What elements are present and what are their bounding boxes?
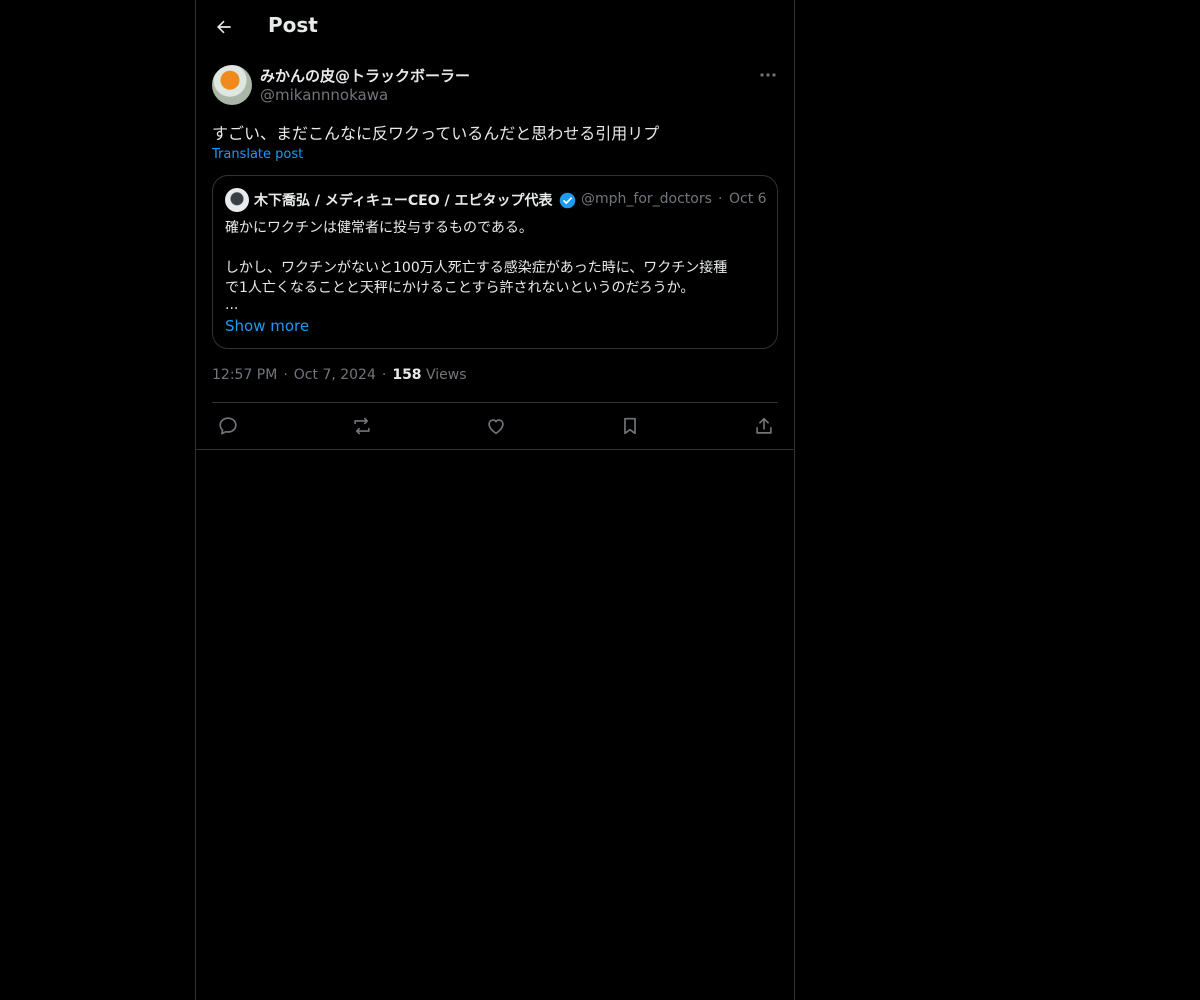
repost-button[interactable] — [350, 414, 374, 438]
more-options-button[interactable] — [758, 66, 778, 84]
share-icon — [756, 417, 772, 434]
views-count: 158 — [392, 367, 422, 383]
heart-icon — [488, 419, 504, 435]
reply-icon — [219, 417, 237, 435]
quoted-date: Oct 6 — [729, 191, 767, 207]
page-title: Post — [268, 13, 318, 37]
quoted-handle: @mph_for_doctors — [581, 191, 712, 207]
quoted-text-line: で1人亡くなることと天秤にかけることすら許されないというのだろうか。 — [225, 280, 695, 296]
quoted-separator: · — [718, 191, 723, 207]
back-button[interactable] — [210, 13, 238, 41]
divider — [196, 449, 794, 450]
quoted-text-line: しかし、ワクチンがないと100万人死亡する感染症があった時に、ワクチン接種 — [225, 260, 728, 276]
post-column: Post みかんの皮@トラックボーラー @mikannnokawa すごい、まだ… — [195, 0, 795, 1000]
divider — [212, 402, 778, 403]
share-button[interactable] — [752, 414, 776, 438]
translate-post-link[interactable]: Translate post — [212, 147, 303, 162]
repost-icon — [354, 417, 370, 435]
avatar[interactable] — [212, 65, 252, 105]
arrow-left-icon — [217, 20, 231, 34]
quoted-text-ellipsis: ... — [225, 297, 239, 313]
views-label: Views — [426, 367, 467, 383]
quoted-post[interactable]: 木下喬弘 / メディキューCEO / エピタップ代表 @mph_for_doct… — [212, 175, 778, 349]
quoted-text-line: 確かにワクチンは健常者に投与するものである。 — [225, 220, 533, 236]
author-name[interactable]: みかんの皮@トラックボーラー — [260, 65, 470, 86]
bookmark-icon — [624, 417, 636, 435]
meta-separator: · — [381, 367, 387, 383]
verified-badge-icon — [559, 192, 576, 209]
post-metadata: 12:57 PM · Oct 7, 2024 · 158 Views — [212, 367, 467, 383]
show-more-link[interactable]: Show more — [225, 317, 309, 335]
post-date[interactable]: Oct 7, 2024 — [294, 367, 376, 383]
post-text: すごい、まだこんなに反ワクっているんだと思わせる引用リプ — [212, 124, 660, 143]
reply-button[interactable] — [216, 414, 240, 438]
bookmark-button[interactable] — [618, 414, 642, 438]
quoted-avatar — [225, 188, 249, 212]
quoted-author-name: 木下喬弘 / メディキューCEO / エピタップ代表 — [254, 193, 553, 209]
more-horizontal-icon — [760, 73, 776, 77]
like-button[interactable] — [484, 414, 508, 438]
post-time[interactable]: 12:57 PM — [212, 367, 277, 383]
post-header: Post — [196, 0, 794, 54]
author-handle[interactable]: @mikannnokawa — [260, 86, 388, 104]
meta-separator: · — [283, 367, 288, 383]
